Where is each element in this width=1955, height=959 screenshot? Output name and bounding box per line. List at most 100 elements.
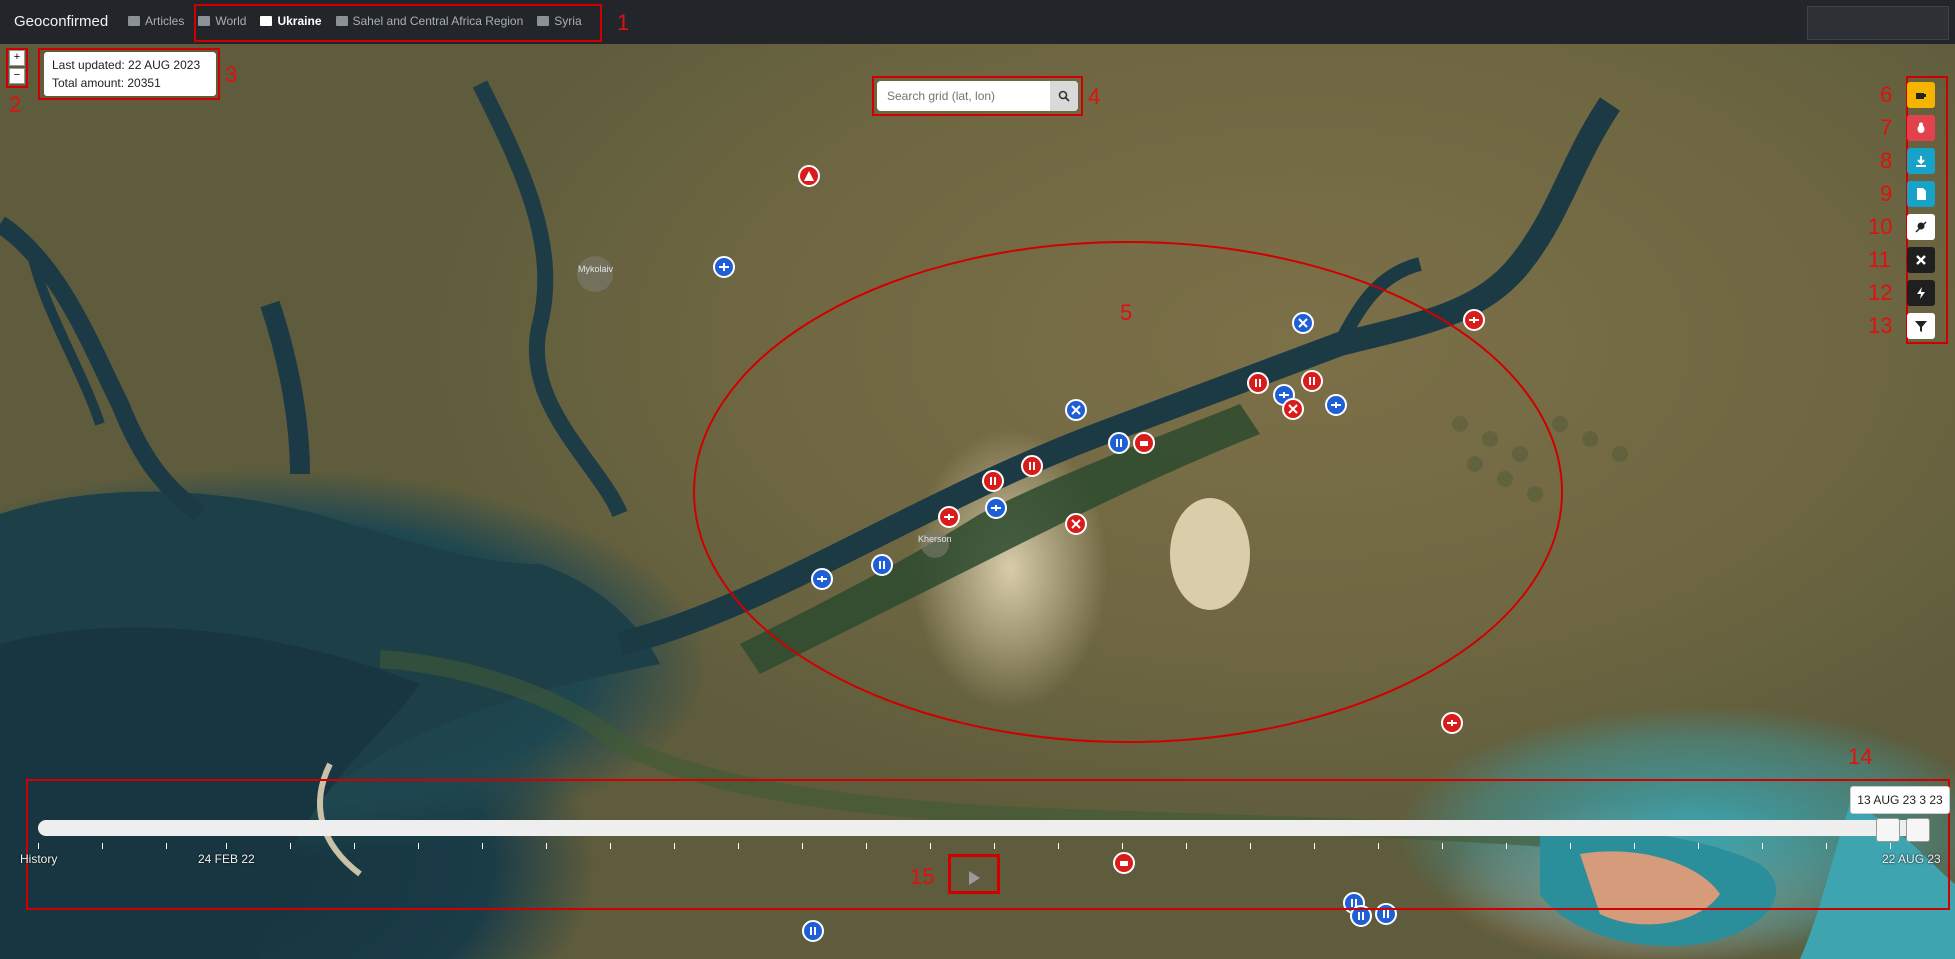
event-marker[interactable] bbox=[1441, 712, 1463, 734]
filter-icon bbox=[1915, 321, 1927, 332]
annotation-box bbox=[948, 854, 1000, 894]
timeline-tick bbox=[166, 843, 167, 849]
timeline-tick bbox=[290, 843, 291, 849]
ammo-icon bbox=[1358, 912, 1364, 920]
timeline-start-handle[interactable] bbox=[1876, 818, 1900, 842]
event-marker[interactable] bbox=[802, 920, 824, 942]
timeline-tick bbox=[674, 843, 675, 849]
plane-icon bbox=[1331, 402, 1341, 408]
timeline-slider[interactable] bbox=[38, 820, 1928, 836]
plane-icon bbox=[1469, 317, 1479, 323]
annotation-number: 11 bbox=[1868, 247, 1891, 272]
event-marker[interactable] bbox=[798, 165, 820, 187]
timeline-tick bbox=[930, 843, 931, 849]
bug-report-button[interactable] bbox=[1907, 115, 1935, 141]
event-marker[interactable] bbox=[1021, 455, 1043, 477]
bug-icon bbox=[1917, 122, 1925, 133]
event-marker[interactable] bbox=[985, 497, 1007, 519]
timeline-tick bbox=[1570, 843, 1571, 849]
event-marker[interactable] bbox=[1108, 432, 1130, 454]
crossed-swords-icon bbox=[1298, 318, 1308, 328]
timeline-tick bbox=[1250, 843, 1251, 849]
location-button[interactable] bbox=[1907, 214, 1935, 240]
timeline-tick bbox=[738, 843, 739, 849]
coffee-icon bbox=[1916, 93, 1926, 99]
timeline-tick bbox=[1442, 843, 1443, 849]
event-marker[interactable] bbox=[1065, 513, 1087, 535]
timeline-tick bbox=[1890, 843, 1891, 849]
timeline-tick bbox=[610, 843, 611, 849]
timeline-tick bbox=[1634, 843, 1635, 849]
event-marker[interactable] bbox=[982, 470, 1004, 492]
event-marker[interactable] bbox=[871, 554, 893, 576]
bolt-button[interactable] bbox=[1907, 280, 1935, 306]
file-button[interactable] bbox=[1907, 181, 1935, 207]
ammo-icon bbox=[1255, 379, 1261, 387]
timeline-tick bbox=[1122, 843, 1123, 849]
timeline-tick bbox=[994, 843, 995, 849]
ammo-icon bbox=[990, 477, 996, 485]
plane-icon bbox=[991, 505, 1001, 511]
file-icon bbox=[1917, 188, 1926, 200]
download-icon bbox=[1916, 156, 1926, 167]
timeline-tick bbox=[1186, 843, 1187, 849]
event-marker[interactable] bbox=[1325, 394, 1347, 416]
timeline-tick bbox=[1698, 843, 1699, 849]
event-marker[interactable] bbox=[1133, 432, 1155, 454]
vehicle-icon bbox=[1140, 441, 1148, 446]
timeline-tick bbox=[354, 843, 355, 849]
location-off-icon bbox=[1915, 221, 1927, 233]
event-marker[interactable] bbox=[713, 256, 735, 278]
event-marker[interactable] bbox=[938, 506, 960, 528]
timeline-label-history: History bbox=[20, 852, 58, 866]
bolt-icon bbox=[1917, 287, 1925, 299]
timeline-tick bbox=[1762, 843, 1763, 849]
event-marker[interactable] bbox=[811, 568, 833, 590]
annotation-number: 12 bbox=[1868, 280, 1893, 305]
plane-icon bbox=[1447, 720, 1457, 726]
event-marker[interactable] bbox=[1463, 309, 1485, 331]
annotation-number: 10 bbox=[1868, 214, 1893, 239]
timeline-tick bbox=[802, 843, 803, 849]
event-marker[interactable] bbox=[1247, 372, 1269, 394]
timeline-tooltip: 13 AUG 23 3 23 bbox=[1850, 786, 1950, 814]
event-marker[interactable] bbox=[1301, 370, 1323, 392]
ammo-icon bbox=[810, 927, 816, 935]
event-marker[interactable] bbox=[1282, 398, 1304, 420]
filter-button[interactable] bbox=[1907, 313, 1935, 339]
timeline-tick bbox=[38, 843, 39, 849]
timeline-end-handle[interactable] bbox=[1906, 818, 1930, 842]
timeline-label-start: 24 FEB 22 bbox=[198, 852, 255, 866]
crossed-swords-icon bbox=[1288, 404, 1298, 414]
coffee-button[interactable] bbox=[1907, 82, 1935, 108]
timeline-tick bbox=[226, 843, 227, 849]
annotation-number: 8 bbox=[1880, 148, 1893, 173]
ammo-icon bbox=[879, 561, 885, 569]
plane-icon bbox=[719, 263, 729, 271]
timeline-tick bbox=[482, 843, 483, 849]
timeline-tick bbox=[866, 843, 867, 849]
timeline-tick bbox=[418, 843, 419, 849]
crossed-swords-icon bbox=[1071, 519, 1081, 529]
timeline-tick bbox=[546, 843, 547, 849]
ammo-icon bbox=[1309, 377, 1315, 385]
close-button[interactable] bbox=[1907, 247, 1935, 273]
plane-icon bbox=[944, 514, 954, 520]
annotation-number: 5 bbox=[1120, 300, 1133, 325]
timeline-tick bbox=[1314, 843, 1315, 849]
event-marker[interactable] bbox=[1292, 312, 1314, 334]
warning-icon bbox=[804, 171, 814, 181]
timeline-tick bbox=[1058, 843, 1059, 849]
annotation-number: 7 bbox=[1880, 115, 1893, 140]
event-marker[interactable] bbox=[1065, 399, 1087, 421]
ammo-icon bbox=[1116, 439, 1122, 447]
timeline-tick bbox=[102, 843, 103, 849]
download-button[interactable] bbox=[1907, 148, 1935, 174]
timeline-label-end: 22 AUG 23 bbox=[1882, 852, 1941, 866]
annotation-number: 9 bbox=[1880, 181, 1893, 206]
timeline-tick bbox=[1506, 843, 1507, 849]
plane-icon bbox=[817, 576, 827, 582]
timeline-tick bbox=[1378, 843, 1379, 849]
crossed-swords-icon bbox=[1071, 405, 1081, 415]
ammo-icon bbox=[1029, 462, 1035, 470]
